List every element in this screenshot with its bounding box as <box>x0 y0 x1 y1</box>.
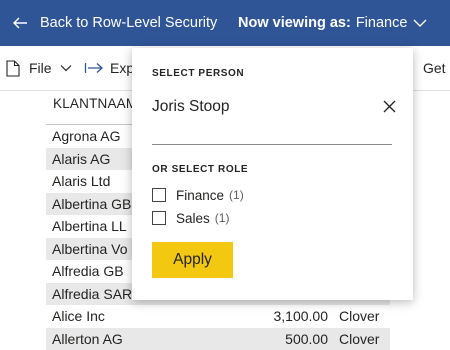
select-person-title: SELECT PERSON <box>152 68 245 79</box>
get-button[interactable]: Get <box>423 58 446 78</box>
document-icon <box>6 59 20 77</box>
role-option-finance[interactable]: Finance (1) <box>152 186 244 204</box>
cell-name: Alaris Ltd <box>52 173 111 189</box>
get-label: Get <box>423 60 446 76</box>
view-as-popup: SELECT PERSON Joris Stoop OR SELECT ROLE… <box>132 48 413 300</box>
close-icon[interactable] <box>383 100 396 113</box>
role-label: Finance <box>176 187 225 203</box>
column-header-klantnaam[interactable]: KLANTNAAM <box>53 96 137 111</box>
role-option-sales[interactable]: Sales (1) <box>152 209 229 227</box>
file-menu-button[interactable]: File <box>6 58 72 78</box>
cell-amount: 3,100.00 <box>273 308 329 324</box>
role-checkbox[interactable] <box>152 211 166 225</box>
cell-name: Agrona AG <box>52 128 121 144</box>
page: Back to Row-Level Security Now viewing a… <box>0 0 450 350</box>
person-input[interactable]: Joris Stoop <box>152 94 396 145</box>
viewing-as-prefix: Now viewing as: <box>238 15 351 31</box>
apply-button[interactable]: Apply <box>152 242 233 278</box>
person-input-value: Joris Stoop <box>152 98 230 115</box>
select-role-title: OR SELECT ROLE <box>152 164 249 175</box>
cell-city: Clover <box>339 308 380 324</box>
cell-name: Albertina Vo <box>52 240 128 257</box>
cell-city: Clover <box>339 330 380 347</box>
back-button[interactable]: Back to Row-Level Security <box>10 12 217 34</box>
file-menu-label: File <box>29 60 52 76</box>
cell-name: Alice Inc <box>52 308 105 324</box>
table-row[interactable]: Allerton AG 500.00 Clover <box>46 327 390 350</box>
export-button[interactable]: Exp <box>84 58 134 78</box>
role-count: (1) <box>214 211 230 225</box>
chevron-down-icon <box>60 65 71 72</box>
export-label: Exp <box>110 60 135 76</box>
cell-name: Alaris AG <box>52 150 111 167</box>
top-bar: Back to Row-Level Security Now viewing a… <box>0 0 450 46</box>
export-arrow-icon <box>84 63 103 73</box>
chevron-down-icon <box>413 19 427 27</box>
arrow-left-icon <box>13 17 27 29</box>
role-label: Sales <box>176 210 210 226</box>
cell-name: Alfredia GB <box>52 263 124 279</box>
cell-name: Albertina LL <box>52 218 127 234</box>
role-count: (1) <box>229 188 244 202</box>
back-button-label: Back to Row-Level Security <box>40 15 218 31</box>
cell-amount: 500.00 <box>285 330 328 347</box>
table-row[interactable]: Alice Inc 3,100.00 Clover <box>46 305 390 328</box>
viewing-as-dropdown[interactable]: Now viewing as: Finance <box>238 12 427 34</box>
cell-name: Allerton AG <box>52 330 123 347</box>
role-checkbox[interactable] <box>152 188 166 202</box>
cell-name: Albertina GB <box>52 195 132 212</box>
viewing-as-role: Finance <box>355 15 408 31</box>
cell-name: Alfredia SAR <box>52 285 133 302</box>
